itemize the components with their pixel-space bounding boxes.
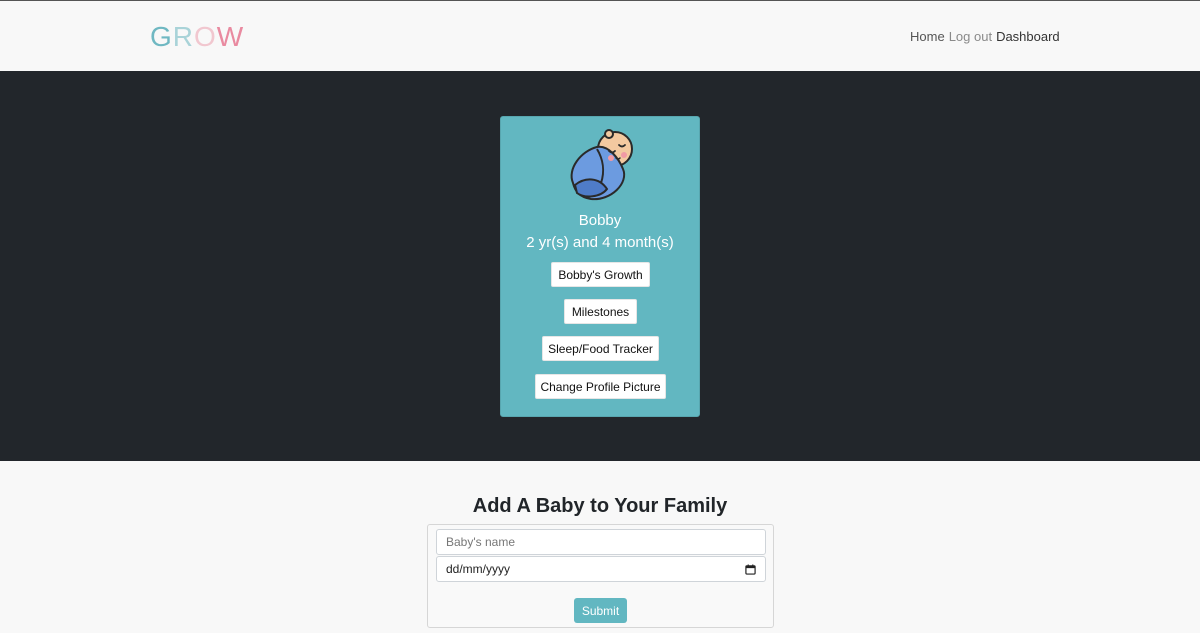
nav-link-home[interactable]: Home <box>910 29 945 44</box>
navbar: G R O W Home Log out Dashboard <box>0 1 1200 71</box>
baby-card: Bobby 2 yr(s) and 4 month(s) Bobby's Gro… <box>500 116 700 417</box>
date-value: dd/mm/yyyy <box>446 562 511 576</box>
nav-link-logout[interactable]: Log out <box>949 29 992 44</box>
sleep-food-tracker-button[interactable]: Sleep/Food Tracker <box>542 336 659 361</box>
baby-age: 2 yr(s) and 4 month(s) <box>526 234 674 251</box>
birthdate-input[interactable]: dd/mm/yyyy <box>436 556 766 582</box>
milestones-button[interactable]: Milestones <box>564 299 637 324</box>
form-title: Add A Baby to Your Family <box>472 495 728 517</box>
calendar-icon[interactable] <box>745 563 756 575</box>
baby-name: Bobby <box>578 212 622 229</box>
baby-name-input[interactable]: Baby's name <box>436 529 766 555</box>
brand-letter: O <box>194 21 217 52</box>
add-baby-form: Baby's name dd/mm/yyyy Submit <box>427 524 774 628</box>
change-profile-picture-button[interactable]: Change Profile Picture <box>535 374 666 399</box>
nav-links: Home Log out Dashboard <box>910 29 1060 44</box>
submit-button[interactable]: Submit <box>574 598 627 623</box>
nav-link-dashboard[interactable]: Dashboard <box>996 29 1060 44</box>
brand-letter: W <box>216 21 245 52</box>
growth-button[interactable]: Bobby's Growth <box>551 262 650 287</box>
brand-logo[interactable]: G R O W <box>150 21 244 53</box>
hero-section: Bobby 2 yr(s) and 4 month(s) Bobby's Gro… <box>0 71 1200 461</box>
swaddled-baby-icon <box>570 129 633 201</box>
brand-letter: R <box>172 21 195 52</box>
brand-letter: G <box>150 21 173 52</box>
